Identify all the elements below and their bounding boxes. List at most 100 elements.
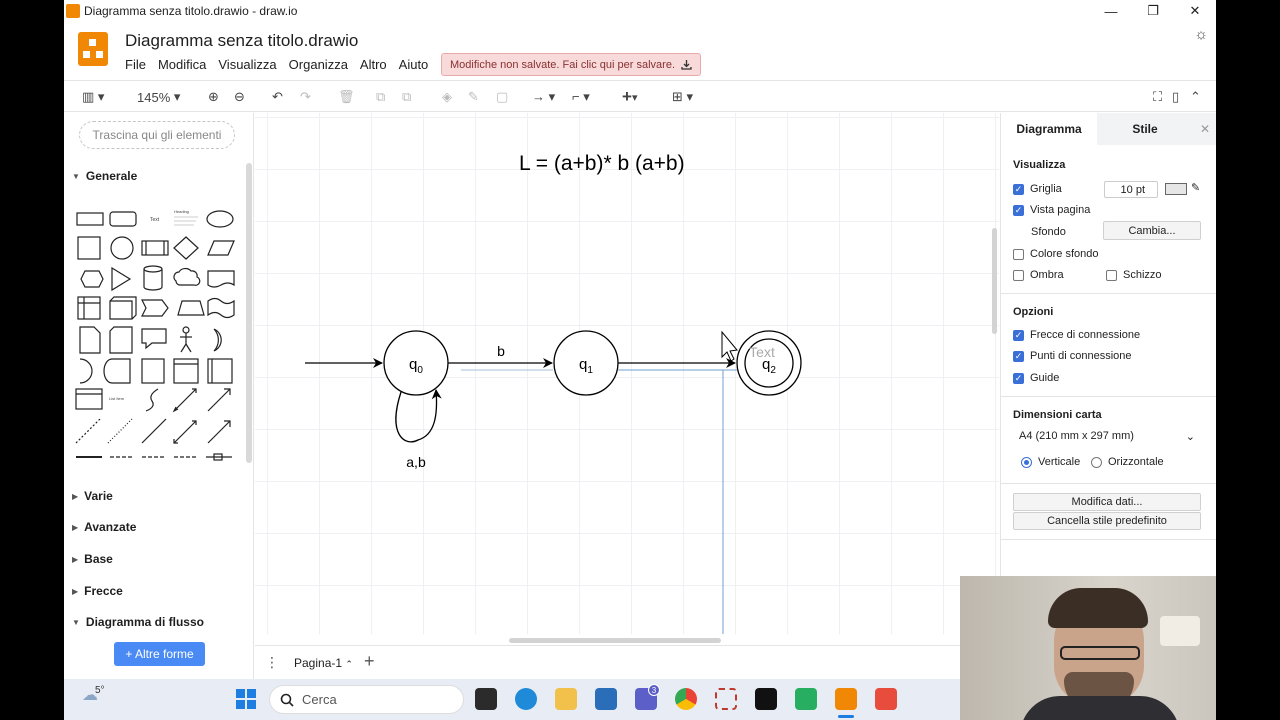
snipping-tool-icon[interactable]	[715, 688, 737, 710]
connection-points-row[interactable]: ✓ Punti di connessione	[1013, 350, 1132, 362]
canvas-vertical-scrollbar[interactable]	[992, 228, 997, 334]
file-explorer-icon[interactable]	[555, 688, 577, 710]
drop-elements-area[interactable]: Trascina qui gli elementi	[79, 121, 235, 149]
table-icon[interactable]: ⊞ ▾	[672, 87, 693, 107]
page-view-checkbox-row[interactable]: ✓ Vista pagina	[1013, 204, 1090, 216]
tab-diagramma[interactable]: Diagramma	[1001, 113, 1097, 145]
zoom-in-icon[interactable]: ⊕	[208, 87, 219, 107]
document-title[interactable]: Diagramma senza titolo.drawio	[125, 31, 358, 51]
weather-widget[interactable]: ☁ 5°	[82, 685, 105, 705]
edge-browser-icon[interactable]	[515, 688, 537, 710]
collapse-icon[interactable]: ⌃	[1190, 87, 1201, 107]
line-color-icon[interactable]: ✎	[468, 87, 479, 107]
edge-b-label[interactable]: b	[497, 343, 505, 359]
general-shapes-palette[interactable]: Text Heading List Item	[74, 201, 244, 467]
edit-data-button[interactable]: Modifica dati...	[1013, 493, 1201, 511]
checkbox-checked-icon[interactable]: ✓	[1013, 372, 1024, 384]
grid-checkbox-row[interactable]: ✓ Griglia	[1013, 183, 1062, 195]
drawio-taskbar-icon[interactable]	[835, 688, 857, 710]
tab-stile[interactable]: Stile	[1097, 113, 1193, 145]
section-avanzate[interactable]: ▶ Avanzate	[64, 520, 246, 534]
shadow-icon[interactable]: ▢	[496, 87, 508, 107]
section-base[interactable]: ▶ Base	[64, 552, 246, 566]
task-view-icon[interactable]	[475, 688, 497, 710]
page-view-label: Vista pagina	[1030, 204, 1091, 216]
shadow-checkbox-row[interactable]: Ombra	[1013, 269, 1064, 281]
zoom-out-icon[interactable]: ⊖	[234, 87, 245, 107]
menu-aiuto[interactable]: Aiuto	[399, 57, 429, 72]
windows-start-icon[interactable]	[236, 689, 256, 709]
more-shapes-button[interactable]: + Altre forme	[114, 642, 205, 666]
to-front-icon[interactable]: ⧉	[376, 87, 385, 107]
undo-icon[interactable]: ↶	[272, 87, 283, 107]
maximize-button[interactable]: ❐	[1132, 0, 1174, 22]
landscape-radio-row[interactable]: Orizzontale	[1091, 456, 1164, 468]
checkbox-checked-icon[interactable]: ✓	[1013, 183, 1024, 195]
menu-file[interactable]: File	[125, 57, 146, 72]
waypoints-icon[interactable]: ⌐ ▾	[572, 87, 590, 107]
canvas-horizontal-scrollbar[interactable]	[509, 638, 721, 643]
add-page-button[interactable]: +	[364, 651, 375, 672]
grid-color-swatch[interactable]	[1165, 183, 1187, 195]
minimize-button[interactable]: —	[1090, 0, 1132, 22]
recorder-icon[interactable]	[875, 688, 897, 710]
menu-bar: File Modifica Visualizza Organizza Altro…	[125, 57, 440, 72]
page-tab[interactable]: Pagina-1 ⌃	[294, 656, 353, 670]
state-q0[interactable]: q0	[383, 330, 449, 396]
fullscreen-icon[interactable]: ⛶	[1153, 87, 1162, 107]
sidebar-toggle-icon[interactable]: ▥ ▾	[82, 87, 104, 107]
taskbar-search[interactable]: Cerca	[269, 685, 464, 714]
menu-modifica[interactable]: Modifica	[158, 57, 206, 72]
guides-row[interactable]: ✓ Guide	[1013, 372, 1059, 384]
menu-altro[interactable]: Altro	[360, 57, 387, 72]
checkbox-checked-icon[interactable]: ✓	[1013, 329, 1024, 341]
checkbox-checked-icon[interactable]: ✓	[1013, 350, 1024, 362]
menu-organizza[interactable]: Organizza	[289, 57, 348, 72]
unsaved-changes-button[interactable]: Modifiche non salvate. Fai clic qui per …	[441, 53, 701, 76]
radio-selected-icon[interactable]	[1021, 456, 1032, 468]
section-varie[interactable]: ▶ Varie	[64, 489, 246, 503]
close-button[interactable]: ✕	[1174, 0, 1216, 22]
pages-menu-icon[interactable]: ⋮	[265, 654, 279, 671]
redo-icon[interactable]: ↷	[300, 87, 311, 107]
section-diagramma-di-flusso[interactable]: ▼ Diagramma di flusso	[64, 615, 246, 629]
bg-color-checkbox-row[interactable]: Colore sfondo	[1013, 248, 1099, 260]
store-icon[interactable]	[595, 688, 617, 710]
app-icon[interactable]	[755, 688, 777, 710]
connection-arrows-row[interactable]: ✓ Frecce di connessione	[1013, 329, 1140, 341]
connection-style-icon[interactable]: → ▾	[532, 87, 555, 107]
theme-sun-icon[interactable]: ☼	[1194, 26, 1208, 43]
change-background-button[interactable]: Cambia...	[1103, 221, 1201, 240]
checkbox-unchecked-icon[interactable]	[1013, 248, 1024, 260]
portrait-radio-row[interactable]: Verticale	[1021, 456, 1080, 468]
checkbox-unchecked-icon[interactable]	[1106, 269, 1117, 281]
pencil-icon[interactable]: ✎	[1191, 181, 1200, 194]
clear-default-style-button[interactable]: Cancella stile predefinito	[1013, 512, 1201, 530]
paper-size-select[interactable]: A4 (210 mm x 297 mm) ⌄	[1013, 427, 1201, 445]
state-q1[interactable]: q1	[553, 330, 619, 396]
section-frecce[interactable]: ▶ Frecce	[64, 584, 246, 598]
checkbox-unchecked-icon[interactable]	[1013, 269, 1024, 281]
self-loop-edge[interactable]	[395, 389, 442, 443]
camtasia-icon[interactable]	[795, 688, 817, 710]
insert-plus-icon[interactable]: + ▾	[622, 87, 637, 107]
fill-color-icon[interactable]: ◈	[442, 87, 452, 107]
checkbox-checked-icon[interactable]: ✓	[1013, 204, 1024, 216]
diagram-canvas[interactable]: L = (a+b)* b (a+b) q0 a,b b q1 Text q2	[255, 113, 999, 634]
zoom-dropdown[interactable]: 145% ▾	[137, 87, 180, 107]
diagram-drawing[interactable]: L = (a+b)* b (a+b) q0 a,b b q1 Text q2	[255, 113, 999, 634]
close-panel-icon[interactable]: ✕	[1193, 113, 1216, 145]
loop-label[interactable]: a,b	[406, 454, 426, 470]
chrome-icon[interactable]	[675, 688, 697, 710]
menu-visualizza[interactable]: Visualizza	[218, 57, 276, 72]
format-panel-icon[interactable]: ▯	[1172, 87, 1179, 107]
delete-icon[interactable]: 🗑	[338, 87, 355, 107]
to-back-icon[interactable]: ⧉	[402, 87, 411, 107]
state-q2-final[interactable]: Text q2	[736, 330, 802, 396]
language-formula[interactable]: L = (a+b)* b (a+b)	[519, 152, 685, 175]
sketch-checkbox-row[interactable]: Schizzo	[1106, 269, 1162, 281]
sidebar-scrollbar[interactable]	[246, 163, 252, 463]
radio-unselected-icon[interactable]	[1091, 456, 1102, 468]
section-generale[interactable]: ▼ Generale	[64, 169, 246, 183]
grid-size-input[interactable]: 10 pt	[1104, 181, 1158, 198]
